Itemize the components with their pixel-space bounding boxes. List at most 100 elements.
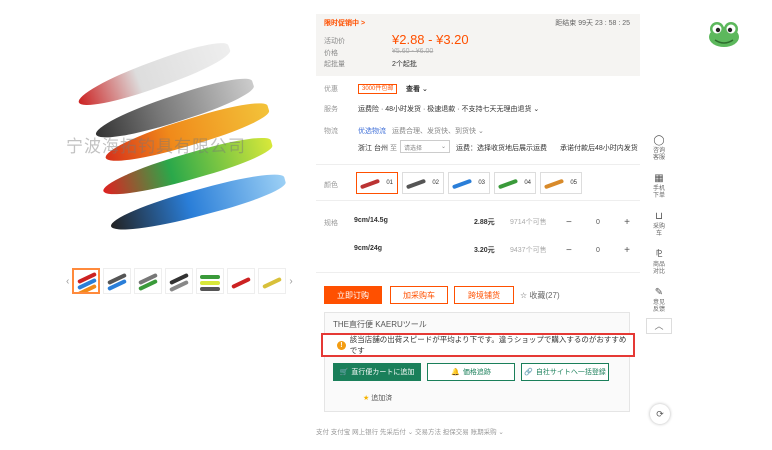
color-label: 颜色	[324, 182, 338, 189]
moq-label: 起批量	[324, 61, 345, 68]
sidebar-item[interactable]: ✎ 意见反馈	[646, 288, 672, 314]
add-to-cart-button[interactable]: 加采购车	[390, 286, 448, 304]
ship-time: 承诺付款后48小时内发货	[560, 145, 638, 152]
cart-icon: 🛒	[339, 369, 349, 376]
sidebar-item[interactable]: ⊔ 采购车	[646, 212, 672, 238]
thumb-next-icon[interactable]: ›	[289, 276, 292, 287]
swatch-label: 05	[570, 180, 577, 186]
sidebar-label: 采购车	[652, 224, 665, 237]
spec-row: 9cm/14.5g 2.88元 9714个可售 − 0 +	[354, 212, 634, 234]
product-main-image[interactable]: 宁波海拓钓具有限公司	[62, 20, 312, 260]
added-favorite[interactable]: ★ 追加済	[363, 393, 392, 403]
color-swatch[interactable]: 02	[402, 172, 444, 194]
favorite-button[interactable]: ☆ 收藏(27)	[520, 286, 580, 304]
thumbnail[interactable]	[72, 268, 101, 294]
sidebar-icon: ⊔	[655, 211, 663, 222]
thumbnail[interactable]	[165, 268, 194, 294]
lure-thumb-icon	[359, 178, 381, 190]
lure-thumb-icon	[451, 178, 473, 190]
sidebar-label: 咨询客服	[652, 148, 665, 161]
sidebar-label: 商品对比	[652, 262, 665, 275]
plus-icon[interactable]: +	[624, 245, 630, 256]
freight-text: 运费：选择收货地后展示运费	[456, 145, 547, 152]
swatch-label: 03	[478, 180, 485, 186]
service-label: 服务	[324, 106, 338, 113]
sidebar-item[interactable]: ▦ 手机下单	[646, 174, 672, 200]
thumbnail-strip: ‹ ›	[66, 266, 306, 296]
sidebar-icon: ✎	[654, 287, 664, 298]
plus-icon[interactable]: +	[624, 217, 630, 228]
sidebar-item[interactable]: ◯ 咨询客服	[646, 136, 672, 162]
sidebar-label: 意见反馈	[652, 300, 665, 313]
ship-from: 浙江 台州	[358, 145, 388, 152]
thumbnail[interactable]	[227, 268, 256, 294]
price-label: 活动价	[324, 38, 345, 45]
orig-price-label: 价格	[324, 50, 338, 57]
service-text[interactable]: 运费险 · 48小时发货 · 极速退款 · 不支持七天无理由退货 ⌄	[358, 104, 539, 114]
quantity-value[interactable]: 0	[596, 247, 600, 254]
spec-price: 2.88元	[474, 219, 495, 226]
original-price: ¥5.60 - ¥6.00	[392, 48, 434, 55]
kaeru-plugin-panel: THE直行便 KAERUツール ! 該当店舗の出荷スピードが平均より下です。違う…	[321, 312, 635, 412]
link-icon: 🔗	[524, 369, 533, 376]
color-swatch[interactable]: 05	[540, 172, 582, 194]
spec-name: 9cm/14.5g	[354, 217, 388, 224]
sidebar-label: 手机下单	[652, 186, 665, 199]
bell-icon: 🔔	[451, 369, 460, 376]
color-swatch[interactable]: 01	[356, 172, 398, 194]
divider	[316, 272, 640, 273]
frog-logo-icon[interactable]	[708, 20, 740, 48]
flash-sale-label[interactable]: 限时促销中 >	[324, 18, 365, 28]
logistics-text[interactable]: 运费合理、发货快、到货快 ⌄	[392, 126, 484, 136]
warning-icon: !	[337, 340, 346, 350]
scroll-top-icon[interactable]: ︿	[646, 318, 672, 334]
sidebar-item[interactable]: ⅊ 商品对比	[646, 250, 672, 276]
countdown-timer: 距结束 99天 23 : 58 : 25	[555, 20, 630, 27]
color-swatch[interactable]: 04	[494, 172, 536, 194]
destination-select[interactable]: 请选择 ⌄	[400, 140, 450, 153]
payment-row: 支付 支付宝 网上银行 先采后付 ⌄ 交易方法 担保交易 账期采购 ⌄	[316, 429, 504, 436]
logistics-label: 物流	[324, 128, 338, 135]
minus-icon[interactable]: −	[566, 217, 572, 228]
activity-price: ¥2.88 - ¥3.20	[392, 32, 469, 47]
thumbnail[interactable]	[258, 268, 287, 294]
quantity-value[interactable]: 0	[596, 219, 600, 226]
spec-name: 9cm/24g	[354, 245, 383, 252]
shipping-speed-alert: ! 該当店舗の出荷スピードが平均より下です。違うショップで購入するのがおすすめで…	[321, 333, 635, 357]
minus-icon[interactable]: −	[566, 245, 572, 256]
divider	[316, 200, 640, 201]
coupon-label: 优惠	[324, 86, 338, 93]
cross-border-button[interactable]: 跨境铺货	[454, 286, 514, 304]
thumbnail[interactable]	[134, 268, 163, 294]
quantity-stepper: − 0 +	[566, 242, 630, 258]
thumbnail[interactable]	[103, 268, 132, 294]
order-now-button[interactable]: 立即订购	[324, 286, 382, 304]
alert-text: 該当店舗の出荷スピードが平均より下です。違うショップで購入するのがおすすめです	[349, 335, 627, 355]
logistics-tag: 优选物流	[358, 128, 386, 135]
ship-to-label: 至	[390, 145, 397, 152]
quantity-stepper: − 0 +	[566, 214, 630, 230]
spec-stock: 9437个可售	[510, 247, 547, 254]
color-swatch[interactable]: 03	[448, 172, 490, 194]
swatch-label: 01	[386, 180, 393, 186]
spec-price: 3.20元	[474, 247, 495, 254]
thumbnail[interactable]	[196, 268, 225, 294]
swatch-label: 04	[524, 180, 531, 186]
thumb-prev-icon[interactable]: ‹	[66, 276, 69, 287]
min-order-qty: 2个起批	[392, 61, 417, 68]
coupon-more[interactable]: 查看 ⌄	[406, 84, 428, 94]
refresh-icon[interactable]: ⟳	[650, 404, 670, 424]
price-tracking-button[interactable]: 🔔 価格追跡	[427, 363, 515, 381]
add-to-direct-cart-button[interactable]: 🛒 直行便カートに追加	[333, 363, 421, 381]
star-icon: ★	[363, 395, 370, 402]
sidebar-icon: ▦	[654, 173, 664, 184]
divider	[316, 164, 640, 165]
sidebar-icon: ◯	[653, 135, 665, 146]
spec-label: 规格	[324, 220, 338, 227]
bulk-register-button[interactable]: 🔗 自社サイトへ一括登録	[521, 363, 609, 381]
coupon-badge[interactable]: 3000件包邮	[358, 83, 398, 94]
plugin-title: THE直行便 KAERUツール	[333, 320, 427, 329]
spec-row: 9cm/24g 3.20元 9437个可售 − 0 +	[354, 240, 634, 262]
swatch-label: 02	[432, 180, 439, 186]
spec-stock: 9714个可售	[510, 219, 547, 226]
